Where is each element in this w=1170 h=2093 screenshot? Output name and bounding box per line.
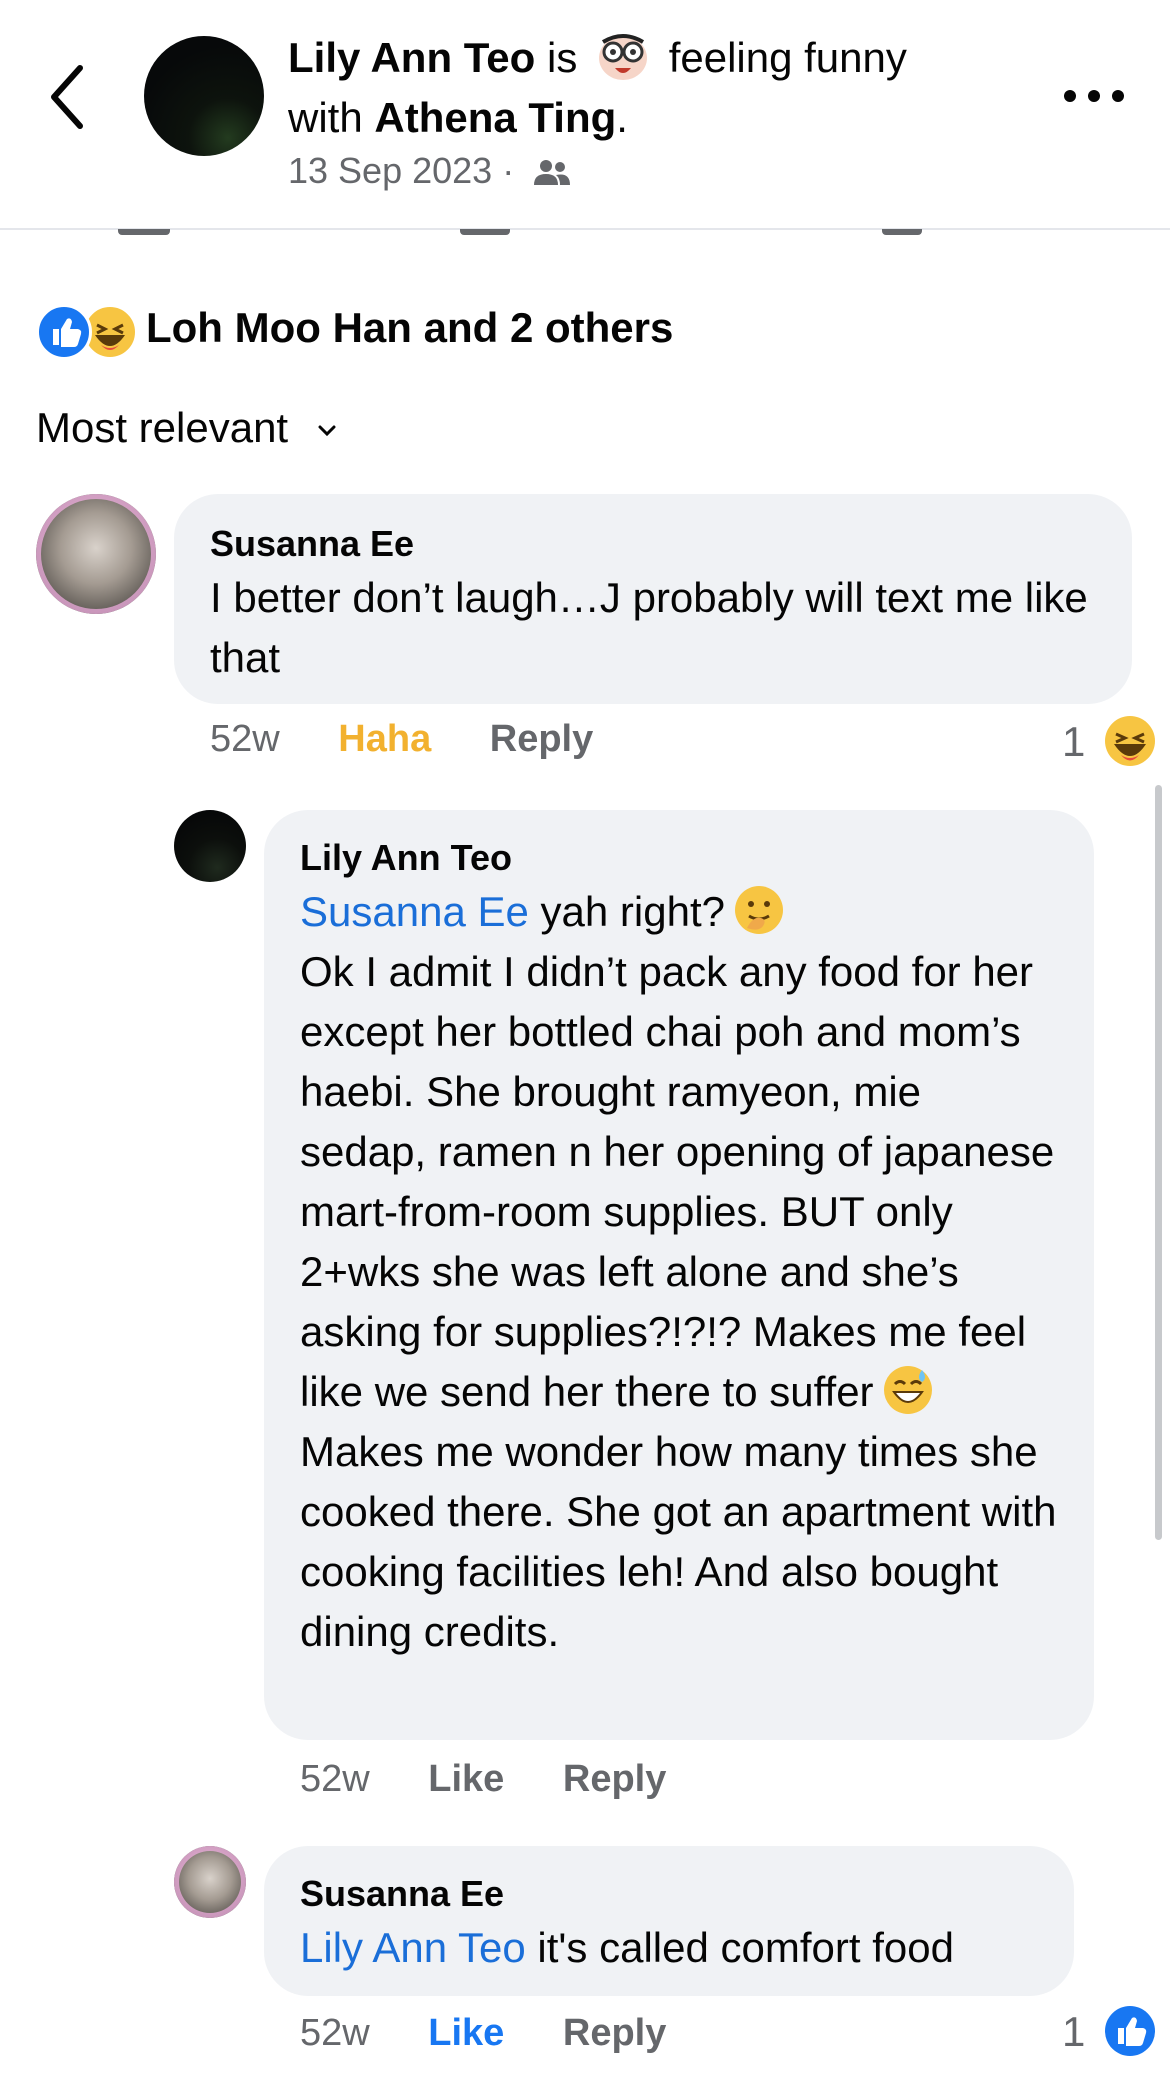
sort-label: Most relevant <box>36 404 289 451</box>
haha-icon <box>1105 716 1156 766</box>
reply-body-1: Ok I admit I didn’t pack any food for he… <box>300 948 1055 1415</box>
comment-reaction-count[interactable]: 1 <box>1062 714 1157 768</box>
comment-text: I better don’t laugh…J probably will tex… <box>210 574 1088 681</box>
reactions-text: Loh Moo Han and 2 others <box>146 304 674 351</box>
reply-text: Susanna Ee yah right? Ok I admit I didn’… <box>300 882 1058 1662</box>
reply-author-avatar[interactable] <box>174 810 246 882</box>
is-text: is <box>547 34 578 81</box>
comment-author[interactable]: Susanna Ee <box>210 520 1096 568</box>
friends-icon <box>534 160 571 185</box>
comment-actions: 52w Haha Reply <box>210 718 641 761</box>
post-meta: 13 Sep 2023 · <box>288 150 572 192</box>
action-bar-edge <box>460 229 510 235</box>
post-title-line: Lily Ann Teo is feeling funny <box>288 30 907 86</box>
feeling-text[interactable]: feeling funny <box>669 34 907 81</box>
mention-link[interactable]: Susanna Ee <box>300 888 529 935</box>
comment-bubble: Susanna Ee I better don’t laugh…J probab… <box>174 494 1132 704</box>
post-header: Lily Ann Teo is feeling funny with Athen… <box>0 0 1170 230</box>
reply-paragraph: Ok I admit I didn’t pack any food for he… <box>300 942 1058 1422</box>
nerd-face-icon <box>599 34 648 80</box>
haha-reaction-button[interactable]: Haha <box>338 718 431 761</box>
reaction-count-value: 1 <box>1062 2008 1086 2055</box>
reply-actions: 52w Like Reply <box>300 1758 714 1801</box>
reply-bubble: Susanna Ee Lily Ann Teo it's called comf… <box>264 1846 1074 1996</box>
reply-button[interactable]: Reply <box>490 718 593 761</box>
reply-line1: yah right? <box>528 888 725 935</box>
reply-text: Lily Ann Teo it's called comfort food <box>300 1918 1038 1978</box>
like-icon <box>36 304 92 360</box>
with-text: with <box>288 94 363 141</box>
action-bar-edge <box>118 229 170 235</box>
reply-time[interactable]: 52w <box>300 2012 370 2055</box>
reply-reaction-count[interactable]: 1 <box>1062 2004 1157 2058</box>
comment-time[interactable]: 52w <box>210 718 280 761</box>
reply-text-rest: it's called comfort food <box>525 1924 954 1971</box>
scrollbar[interactable] <box>1155 785 1162 1540</box>
reply-button[interactable]: Reply <box>563 2012 666 2055</box>
like-button[interactable]: Like <box>428 1758 504 1801</box>
commenter-avatar[interactable] <box>36 494 156 614</box>
mention-link[interactable]: Lily Ann Teo <box>300 1924 526 1971</box>
action-bar-edge <box>882 229 922 235</box>
reply-author[interactable]: Lily Ann Teo <box>300 834 1058 882</box>
author-name[interactable]: Lily Ann Teo <box>288 34 535 81</box>
chevron-down-icon <box>318 425 336 437</box>
reply-paragraph-2: Makes me wonder how many times she cooke… <box>300 1428 1057 1655</box>
reply-bubble: Lily Ann Teo Susanna Ee yah right? Ok I … <box>264 810 1094 1740</box>
like-button[interactable]: Like <box>428 2012 504 2055</box>
author-avatar[interactable] <box>144 36 264 156</box>
reply-author[interactable]: Susanna Ee <box>300 1870 1038 1918</box>
post-title-line-2: with Athena Ting. <box>288 90 628 146</box>
reply-time[interactable]: 52w <box>300 1758 370 1801</box>
reply-author-avatar[interactable] <box>174 1846 246 1918</box>
more-options-icon[interactable] <box>1060 80 1130 110</box>
reaction-count-value: 1 <box>1062 718 1086 765</box>
title-period: . <box>616 94 628 141</box>
post-date[interactable]: 13 Sep 2023 · <box>288 150 514 191</box>
grinning-sweat-icon <box>883 1366 932 1414</box>
reply-actions: 52w Like Reply <box>300 2012 714 2055</box>
like-icon <box>1105 2006 1156 2056</box>
back-arrow-icon[interactable] <box>48 62 88 132</box>
sort-dropdown[interactable]: Most relevant <box>36 400 336 456</box>
reply-button[interactable]: Reply <box>563 1758 666 1801</box>
shushing-face-icon <box>734 886 783 934</box>
tagged-name[interactable]: Athena Ting <box>374 94 616 141</box>
